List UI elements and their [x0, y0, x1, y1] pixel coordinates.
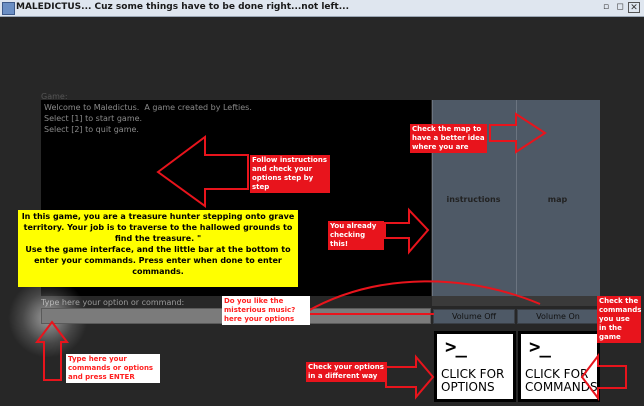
- commands-button-label: CLICK FOR COMMANDS: [525, 368, 598, 394]
- terminal-prompt-icon: >_: [445, 336, 467, 358]
- options-note: Check your options in a different way: [306, 362, 387, 382]
- instructions-label: instructions: [446, 195, 501, 204]
- options-button-label: CLICK FOR OPTIONS: [441, 368, 504, 394]
- close-icon[interactable]: ✕: [628, 2, 640, 13]
- minimize-icon[interactable]: ▫: [600, 2, 612, 13]
- volume-on-button[interactable]: Volume On: [517, 309, 599, 324]
- app-icon: [2, 2, 15, 15]
- console-line: Welcome to Maledictus. A game created by…: [44, 103, 252, 112]
- commands-line2: COMMANDS: [525, 380, 598, 394]
- map-note: Check the map to have a better idea wher…: [410, 124, 487, 153]
- terminal-prompt-icon: >_: [529, 336, 551, 358]
- window-title: MALEDICTUS... Cuz some things have to be…: [16, 2, 349, 12]
- checking-note: You already checking this!: [328, 221, 384, 250]
- commands-button[interactable]: >_ CLICK FOR COMMANDS: [518, 331, 600, 402]
- window-titlebar: MALEDICTUS... Cuz some things have to be…: [0, 0, 644, 17]
- console-line: Select [1] to start game.: [44, 114, 143, 123]
- maximize-icon[interactable]: ◻: [614, 2, 626, 13]
- console-line: Select [2] to quit game.: [44, 125, 139, 134]
- type-here-note: Type here your commands or options and p…: [66, 354, 160, 383]
- volume-bar: [432, 296, 599, 306]
- intro-box: In this game, you are a treasure hunter …: [18, 210, 298, 287]
- commands-note: Check the commands you use in the game: [597, 296, 642, 343]
- volume-off-button[interactable]: Volume Off: [433, 309, 515, 324]
- map-label: map: [547, 195, 568, 204]
- options-button[interactable]: >_ CLICK FOR OPTIONS: [434, 331, 516, 402]
- options-line2: OPTIONS: [441, 380, 495, 394]
- intro-text: In this game, you are a treasure hunter …: [21, 212, 295, 276]
- follow-note: Follow instructions and check your optio…: [250, 155, 330, 193]
- music-note: Do you like the misterious music? here y…: [222, 296, 310, 325]
